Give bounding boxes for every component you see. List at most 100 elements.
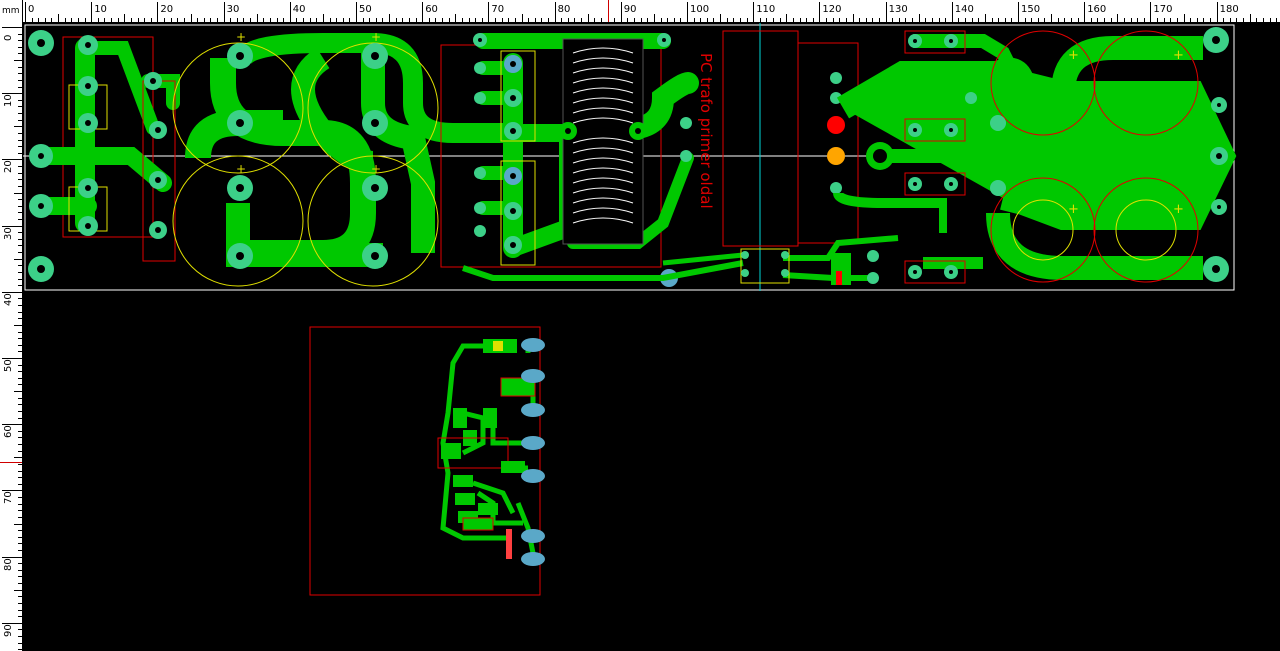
ruler-tick	[150, 18, 152, 22]
ruler-tick	[739, 18, 741, 22]
ruler-tick	[1011, 18, 1013, 22]
ruler-tick	[14, 391, 22, 393]
ruler-tick	[157, 2, 159, 22]
ruler-tick	[18, 79, 22, 81]
ruler-label: 160	[1087, 4, 1107, 15]
ruler-tick	[481, 18, 483, 22]
ruler-tick	[918, 14, 920, 22]
ruler-tick	[303, 18, 305, 22]
ruler-tick	[263, 18, 265, 22]
ruler-tick	[1190, 18, 1192, 22]
ruler-tick	[77, 18, 79, 22]
ruler-tick	[1243, 18, 1245, 22]
ruler-tick	[18, 616, 22, 618]
ruler-tick	[786, 14, 788, 22]
ruler-tick	[806, 18, 808, 22]
ruler-tick	[18, 205, 22, 207]
ruler-label: 10	[3, 94, 14, 108]
svg-text:+: +	[1173, 202, 1184, 217]
ruler-label: 20	[160, 4, 174, 15]
ruler-tick	[18, 609, 22, 611]
ruler-tick	[832, 18, 834, 22]
ruler-tick	[1031, 18, 1033, 22]
ruler-tick	[223, 2, 225, 22]
ruler-tick	[18, 99, 22, 101]
ruler-tick	[1196, 18, 1198, 22]
ruler-unit-label: mm	[0, 0, 22, 22]
ruler-tick	[18, 384, 22, 386]
ruler-tick	[1170, 18, 1172, 22]
ruler-tick	[18, 245, 22, 247]
ruler-tick	[898, 18, 900, 22]
ruler-tick	[951, 2, 953, 22]
ruler-tick	[18, 417, 22, 419]
ruler-tick	[1077, 18, 1079, 22]
input-section	[28, 30, 180, 282]
ruler-tick	[667, 18, 669, 22]
ruler-tick	[18, 166, 22, 168]
ruler-tick	[554, 2, 556, 22]
ruler-tick	[210, 18, 212, 22]
ruler-tick	[753, 2, 755, 22]
ruler-tick	[31, 18, 33, 22]
ruler-tick	[18, 139, 22, 141]
vertical-ruler[interactable]: 0 10 20 30 40 50 60 70 80 90	[0, 0, 23, 651]
ruler-tick	[44, 18, 46, 22]
ruler-label: 30	[3, 226, 14, 240]
ruler-tick	[442, 18, 444, 22]
output-section: + + + +	[833, 27, 1237, 284]
ruler-tick	[375, 18, 377, 22]
pcb-canvas[interactable]: + + + + PC trafo primer oldal + + + +	[23, 23, 1280, 651]
ruler-tick	[18, 351, 22, 353]
ruler-label: 80	[3, 557, 14, 571]
ruler-tick	[1236, 18, 1238, 22]
ruler-tick	[594, 18, 596, 22]
ruler-tick	[18, 185, 22, 187]
ruler-tick	[600, 18, 602, 22]
ruler-tick	[256, 14, 258, 22]
ruler-tick	[18, 285, 22, 287]
ruler-tick	[773, 18, 775, 22]
ruler-tick	[18, 344, 22, 346]
ruler-tick	[1137, 18, 1139, 22]
ruler-tick	[18, 397, 22, 399]
ruler-tick	[14, 457, 22, 459]
ruler-tick	[18, 404, 22, 406]
ruler-tick	[18, 437, 22, 439]
ruler-label: 50	[3, 359, 14, 372]
ruler-label: 50	[359, 4, 372, 15]
ruler-tick	[931, 18, 933, 22]
ruler-tick	[521, 14, 523, 22]
ruler-tick	[18, 146, 22, 148]
ruler-tick	[18, 33, 22, 35]
ruler-tick	[18, 238, 22, 240]
ruler-tick	[826, 18, 828, 22]
ruler-tick	[581, 18, 583, 22]
ruler-tick	[18, 536, 22, 538]
ruler-tick	[51, 18, 53, 22]
ruler-tick	[18, 271, 22, 273]
ruler-label: 30	[226, 4, 240, 15]
ruler-tick	[547, 18, 549, 22]
ruler-tick	[402, 18, 404, 22]
transformer-section: PC trafo primer oldal	[440, 33, 715, 287]
ruler-tick	[64, 18, 66, 22]
ruler-tick	[250, 18, 252, 22]
ruler-tick	[316, 18, 318, 22]
ruler-tick	[14, 324, 22, 326]
ruler-label: 130	[888, 4, 908, 15]
ruler-tick	[25, 2, 26, 22]
ruler-label: 60	[3, 425, 14, 439]
ruler-tick	[18, 371, 22, 373]
ruler-tick	[18, 199, 22, 201]
ruler-label: 150	[1021, 4, 1041, 15]
ruler-tick	[1004, 18, 1006, 22]
ruler-tick	[18, 629, 22, 631]
ruler-tick	[18, 40, 22, 42]
ruler-tick	[342, 18, 344, 22]
ruler-tick	[965, 18, 967, 22]
ruler-tick	[104, 18, 106, 22]
ruler-tick	[18, 106, 22, 108]
horizontal-ruler[interactable]: 0 10 20 30 40 50 60 70 80 90 100 110 120 130 140 150 160…	[0, 0, 1280, 23]
pcb-layout[interactable]: + + + + PC trafo primer oldal + + + +	[23, 23, 1280, 651]
